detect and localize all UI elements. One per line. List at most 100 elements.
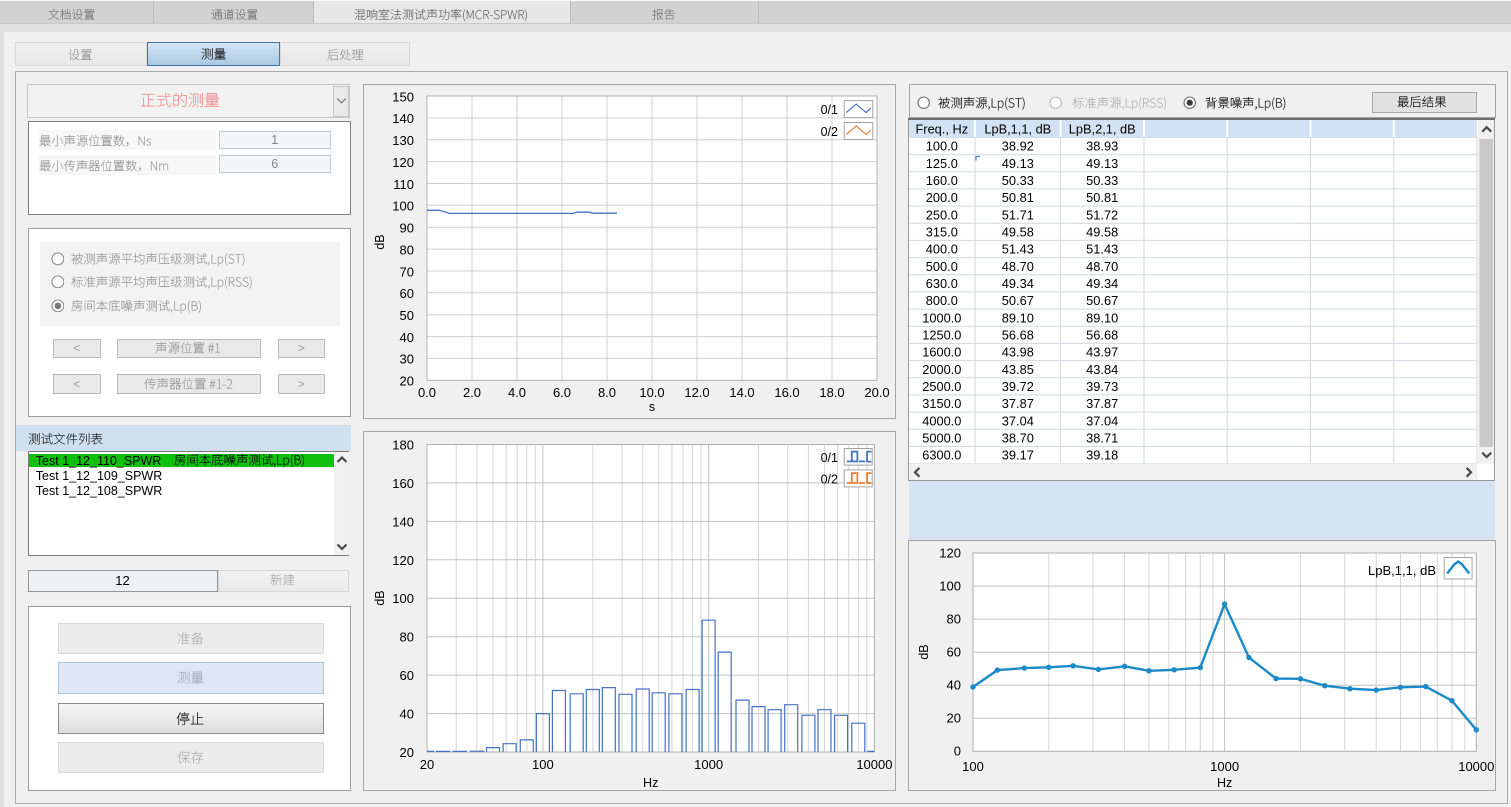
svg-text:90: 90 [400, 221, 414, 236]
svg-text:LpB,1,1, dB: LpB,1,1, dB [1368, 563, 1436, 578]
svg-text:180: 180 [392, 438, 414, 453]
svg-text:800.0: 800.0 [926, 293, 958, 308]
svg-text:10000: 10000 [1458, 759, 1494, 774]
svg-text:50.67: 50.67 [1002, 293, 1034, 308]
svg-text:150: 150 [392, 89, 414, 104]
svg-text:500.0: 500.0 [926, 259, 958, 274]
svg-text:20: 20 [947, 711, 961, 726]
svg-text:50.33: 50.33 [1086, 173, 1118, 188]
svg-text:200.0: 200.0 [926, 190, 958, 205]
svg-text:2500.0: 2500.0 [922, 379, 961, 394]
svg-text:43.98: 43.98 [1002, 345, 1034, 360]
svg-text:80: 80 [947, 611, 961, 626]
svg-text:100: 100 [532, 757, 554, 772]
svg-text:37.04: 37.04 [1002, 413, 1034, 428]
svg-text:20: 20 [400, 745, 414, 760]
svg-text:10000: 10000 [856, 757, 892, 772]
svg-text:125.0: 125.0 [926, 156, 958, 171]
svg-text:49.58: 49.58 [1002, 225, 1034, 240]
svg-text:40: 40 [947, 678, 961, 693]
svg-text:49.58: 49.58 [1086, 225, 1118, 240]
svg-text:5000.0: 5000.0 [922, 431, 961, 446]
svg-text:49.34: 49.34 [1086, 276, 1118, 291]
svg-text:56.68: 56.68 [1002, 328, 1034, 343]
svg-text:dB: dB [373, 234, 387, 249]
svg-text:38.71: 38.71 [1086, 431, 1118, 446]
svg-text:51.71: 51.71 [1002, 207, 1034, 222]
svg-text:0/1: 0/1 [821, 103, 838, 117]
svg-text:630.0: 630.0 [926, 276, 958, 291]
svg-text:2.0: 2.0 [463, 385, 481, 400]
svg-text:20: 20 [400, 374, 414, 389]
svg-text:89.10: 89.10 [1002, 310, 1034, 325]
svg-text:1250.0: 1250.0 [922, 328, 961, 343]
svg-text:Hz: Hz [1217, 776, 1232, 790]
svg-text:39.73: 39.73 [1086, 379, 1118, 394]
svg-text:30: 30 [400, 352, 414, 367]
svg-text:120: 120 [392, 155, 414, 170]
svg-text:39.18: 39.18 [1086, 448, 1118, 463]
svg-text:70: 70 [400, 264, 414, 279]
svg-text:49.13: 49.13 [1086, 156, 1118, 171]
svg-text:49.34: 49.34 [1002, 276, 1034, 291]
svg-text:1000: 1000 [1210, 759, 1239, 774]
svg-text:80: 80 [400, 242, 414, 257]
svg-text:20: 20 [420, 757, 434, 772]
svg-text:43.85: 43.85 [1002, 362, 1034, 377]
svg-text:39.72: 39.72 [1002, 379, 1034, 394]
svg-text:40: 40 [400, 707, 414, 722]
svg-text:56.68: 56.68 [1086, 328, 1118, 343]
svg-text:40: 40 [400, 330, 414, 345]
svg-text:Hz: Hz [643, 776, 658, 790]
svg-text:1600.0: 1600.0 [922, 345, 961, 360]
svg-text:50.81: 50.81 [1086, 190, 1118, 205]
svg-text:140: 140 [392, 514, 414, 529]
svg-text:37.04: 37.04 [1086, 413, 1118, 428]
svg-text:0/1: 0/1 [821, 451, 838, 465]
svg-text:LpB,1,1, dB: LpB,1,1, dB [984, 121, 1051, 136]
svg-text:18.0: 18.0 [819, 385, 844, 400]
svg-text:100: 100 [939, 578, 961, 593]
svg-text:3150.0: 3150.0 [922, 396, 961, 411]
svg-text:37.87: 37.87 [1002, 396, 1034, 411]
svg-text:10.0: 10.0 [639, 385, 664, 400]
svg-text:1000: 1000 [694, 757, 723, 772]
svg-text:0/2: 0/2 [821, 472, 838, 486]
svg-text:2000.0: 2000.0 [922, 362, 961, 377]
svg-text:0.0: 0.0 [418, 385, 436, 400]
svg-text:Freq., Hz: Freq., Hz [915, 121, 968, 136]
svg-text:37.87: 37.87 [1086, 396, 1118, 411]
svg-text:0: 0 [954, 744, 961, 759]
svg-text:6.0: 6.0 [553, 385, 571, 400]
svg-text:250.0: 250.0 [926, 207, 958, 222]
svg-text:12.0: 12.0 [684, 385, 709, 400]
svg-text:dB: dB [373, 590, 387, 605]
svg-text:160.0: 160.0 [926, 173, 958, 188]
svg-text:39.17: 39.17 [1002, 448, 1034, 463]
svg-text:dB: dB [917, 644, 931, 659]
svg-text:51.72: 51.72 [1086, 207, 1118, 222]
svg-text:80: 80 [400, 630, 414, 645]
svg-text:38.70: 38.70 [1002, 431, 1034, 446]
svg-text:20.0: 20.0 [864, 385, 889, 400]
svg-text:60: 60 [947, 645, 961, 660]
svg-text:14.0: 14.0 [729, 385, 754, 400]
svg-text:100.0: 100.0 [926, 139, 958, 154]
svg-text:120: 120 [392, 553, 414, 568]
svg-text:50: 50 [400, 308, 414, 323]
svg-text:140: 140 [392, 111, 414, 126]
svg-text:130: 130 [392, 133, 414, 148]
svg-text:38.93: 38.93 [1086, 139, 1118, 154]
svg-text:48.70: 48.70 [1002, 259, 1034, 274]
svg-text:120: 120 [939, 545, 961, 560]
svg-text:6300.0: 6300.0 [922, 448, 961, 463]
svg-text:100: 100 [962, 759, 984, 774]
svg-text:16.0: 16.0 [774, 385, 799, 400]
svg-text:89.10: 89.10 [1086, 310, 1118, 325]
svg-text:315.0: 315.0 [926, 225, 958, 240]
svg-text:49.13: 49.13 [1002, 156, 1034, 171]
svg-text:51.43: 51.43 [1086, 242, 1118, 257]
svg-text:100: 100 [392, 591, 414, 606]
svg-text:110: 110 [393, 177, 414, 192]
svg-text:43.84: 43.84 [1086, 362, 1118, 377]
